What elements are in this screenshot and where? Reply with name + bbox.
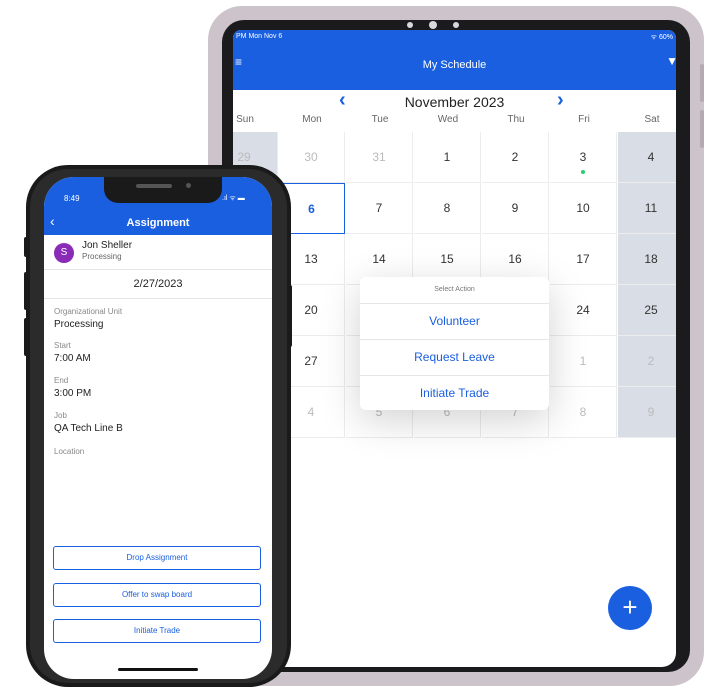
tablet-camera (429, 21, 437, 29)
tablet-status-bar: PM Mon Nov 6 ᯤ 60% (233, 30, 676, 44)
location-label: Location (54, 447, 85, 456)
calendar-day[interactable]: 4 (618, 132, 676, 183)
calendar-day[interactable]: 2 (618, 336, 676, 387)
weekday-label: Wed (437, 114, 459, 125)
signal-icon: .ıl ᯤ ▬ (222, 195, 245, 202)
job-value: QA Tech Line B (54, 423, 123, 434)
org-unit-label: Organizational Unit (54, 307, 123, 316)
speaker-grille (136, 184, 172, 188)
offer-swap-board-button[interactable]: Offer to swap board (53, 583, 261, 607)
phone-header: 8:49 .ıl ᯤ ▬ ‹ Assignment (44, 177, 272, 235)
filter-icon[interactable]: ▼ (666, 54, 676, 68)
weekday-label: Sat (644, 114, 660, 125)
tablet-nav-bar: ≡ My Schedule ▼ (233, 44, 676, 90)
calendar-day[interactable]: 25 (618, 285, 676, 336)
user-name: Jon Sheller (82, 240, 133, 251)
calendar-day[interactable]: 1 (550, 336, 617, 387)
next-month-button[interactable]: › (557, 89, 564, 112)
calendar-day[interactable]: 8 (414, 183, 481, 234)
phone-time: 8:49 (64, 194, 80, 203)
end-label: End (54, 376, 69, 385)
tablet-screen: PM Mon Nov 6 ᯤ 60% ≡ My Schedule ▼ ‹ Nov… (233, 30, 676, 667)
phone-notch (104, 177, 222, 203)
calendar-day[interactable]: 7 (346, 183, 413, 234)
calendar-day[interactable]: 2 (482, 132, 549, 183)
calendar-day[interactable]: 1 (414, 132, 481, 183)
calendar-day[interactable]: 9 (618, 387, 676, 438)
weekday-label: Thu (507, 114, 525, 125)
calendar-day[interactable]: 18 (618, 234, 676, 285)
weekday-label: Sun (236, 114, 254, 125)
end-value: 3:00 PM (54, 388, 92, 399)
calendar-day[interactable]: 30 (278, 132, 345, 183)
assignment-date: 2/27/2023 (44, 270, 272, 299)
assignment-title: Assignment (126, 217, 190, 229)
select-action-popup: Select Action Volunteer Request Leave In… (360, 277, 549, 410)
home-indicator (118, 668, 198, 671)
calendar-day[interactable]: 24 (550, 285, 617, 336)
initiate-trade-button[interactable]: Initiate Trade (53, 619, 261, 643)
calendar-day[interactable]: 17 (550, 234, 617, 285)
add-button[interactable]: + (608, 586, 652, 630)
front-camera (186, 183, 191, 188)
phone-screen: 8:49 .ıl ᯤ ▬ ‹ Assignment S Jon Sheller … (44, 177, 272, 679)
start-label: Start (54, 341, 71, 350)
status-time: PM Mon Nov 6 (236, 33, 283, 40)
avatar: S (54, 243, 74, 263)
user-row: S Jon Sheller Processing (44, 235, 272, 270)
calendar-day[interactable]: 31 (346, 132, 413, 183)
volunteer-option[interactable]: Volunteer (360, 304, 549, 340)
calendar-day[interactable]: 9 (482, 183, 549, 234)
battery-indicator: ᯤ 60% (650, 34, 673, 41)
tablet-sensor-dot (453, 22, 459, 28)
start-value: 7:00 AM (54, 353, 91, 364)
weekday-label: Tue (371, 114, 389, 125)
tablet-volume-button (700, 110, 704, 148)
calendar-day[interactable]: 8 (550, 387, 617, 438)
org-unit-value: Processing (54, 319, 104, 330)
calendar-day[interactable]: 10 (550, 183, 617, 234)
weekday-label: Mon (302, 114, 322, 125)
event-dot-icon (581, 170, 585, 174)
page-title: My Schedule (422, 59, 487, 71)
tablet-sensor-dot (407, 22, 413, 28)
job-label: Job (54, 411, 67, 420)
user-subtitle: Processing (82, 252, 122, 261)
request-leave-option[interactable]: Request Leave (360, 340, 549, 376)
initiate-trade-option[interactable]: Initiate Trade (360, 376, 549, 411)
drop-assignment-button[interactable]: Drop Assignment (53, 546, 261, 570)
calendar-day[interactable]: 3 (550, 132, 617, 183)
month-label: November 2023 (404, 94, 505, 110)
weekday-label: Fri (578, 114, 590, 125)
tablet-volume-button (700, 64, 704, 102)
popup-header: Select Action (360, 277, 549, 304)
calendar-day[interactable]: 11 (618, 183, 676, 234)
